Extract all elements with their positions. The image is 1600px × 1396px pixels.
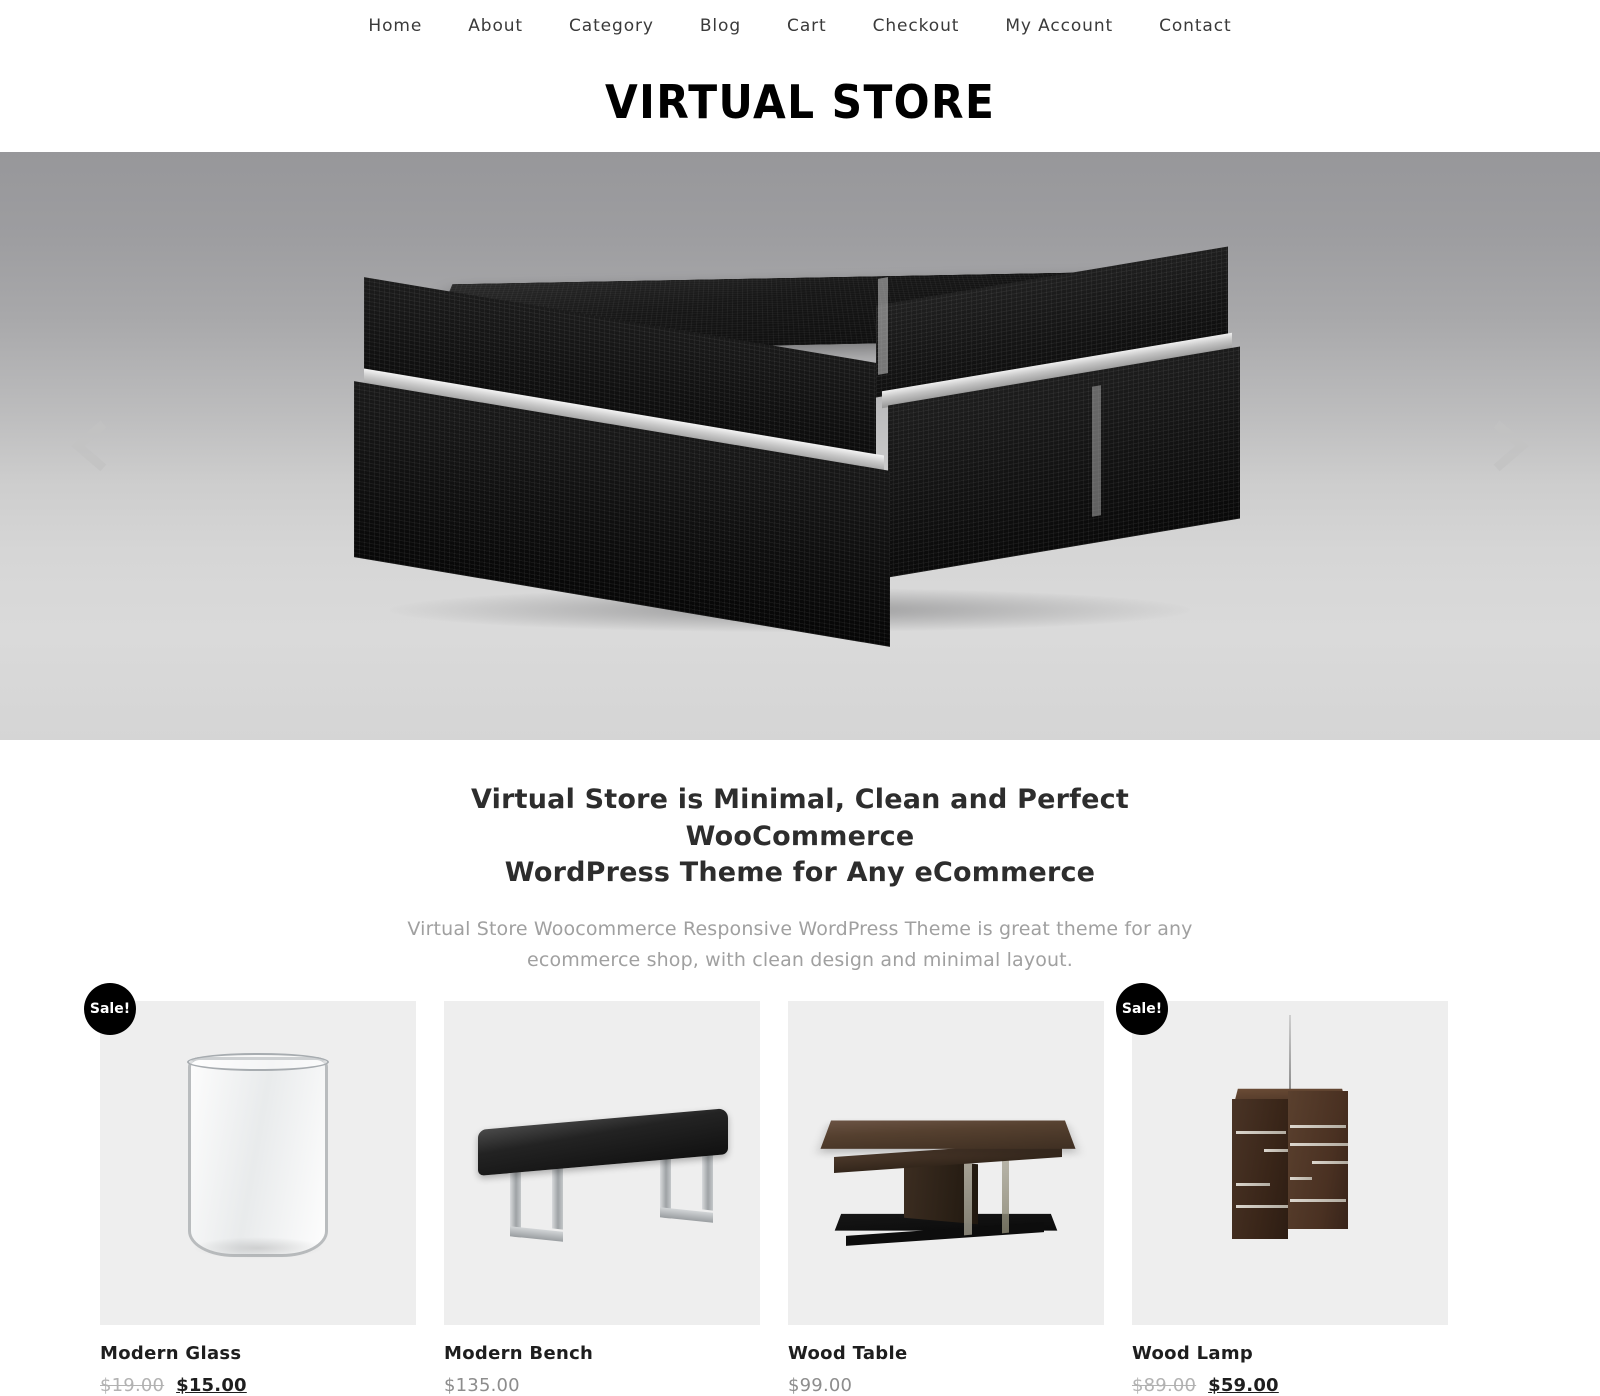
product-thumbnail[interactable] [788,1000,1104,1325]
hero-slide [0,152,1600,740]
product-title[interactable]: Modern Glass [100,1343,416,1364]
product-title[interactable]: Wood Lamp [1132,1343,1448,1364]
hero-product-image [330,236,1270,666]
slider-prev-button[interactable] [62,417,120,475]
site-header: VIRTUAL STORE [0,52,1600,152]
promo-section: Virtual Store is Minimal, Clean and Perf… [0,740,1600,975]
promo-title-line-1: Virtual Store is Minimal, Clean and Perf… [471,784,1129,852]
product-price: $135.00 [444,1374,520,1396]
product-price: $99.00 [788,1374,853,1396]
product-card[interactable]: Wood Table $99.00 [788,1000,1104,1396]
product-card[interactable]: Modern Bench $135.00 [444,1000,760,1396]
main-navigation: Home About Category Blog Cart Checkout M… [0,0,1600,52]
sale-badge: Sale! [1116,982,1168,1035]
promo-subtitle-line-2: ecommerce shop, with clean design and mi… [527,948,1073,971]
product-grid: Sale! Modern Glass $19.00 $15.00 Modern … [0,975,1600,1396]
nav-item-contact[interactable]: Contact [1136,16,1254,36]
product-sale-price: $15.00 [176,1374,247,1396]
product-price: $19.00 $15.00 [100,1375,416,1396]
glass-illustration [100,1001,416,1325]
nav-item-checkout[interactable]: Checkout [850,16,983,36]
hero-slider [0,152,1600,740]
nav-item-category[interactable]: Category [546,16,677,36]
product-thumbnail[interactable] [1132,1000,1448,1325]
promo-title: Virtual Store is Minimal, Clean and Perf… [370,782,1230,892]
product-title[interactable]: Modern Bench [444,1343,760,1364]
nav-item-about[interactable]: About [445,16,546,36]
wood-lamp-illustration [1132,1001,1448,1325]
product-title[interactable]: Wood Table [788,1343,1104,1364]
promo-subtitle: Virtual Store Woocommerce Responsive Wor… [390,914,1210,975]
product-old-price: $89.00 [1132,1374,1197,1396]
chevron-left-icon [71,420,107,472]
promo-title-line-2: WordPress Theme for Any eCommerce [504,857,1096,889]
slider-next-button[interactable] [1480,417,1538,475]
promo-subtitle-line-1: Virtual Store Woocommerce Responsive Wor… [407,918,1193,941]
product-card[interactable]: Sale! Modern Glass $19.00 $15.00 [84,982,416,1396]
bench-illustration [444,1001,760,1325]
product-card[interactable]: Sale! Wood Lamp $89.00 $59.00 [1116,982,1448,1396]
nav-item-cart[interactable]: Cart [764,16,850,36]
product-price: $89.00 $59.00 [1132,1375,1448,1396]
table-top-gap [878,277,888,375]
product-thumbnail[interactable] [444,1000,760,1325]
site-logo[interactable]: VIRTUAL STORE [605,75,995,129]
product-sale-price: $59.00 [1208,1374,1279,1396]
nav-item-my-account[interactable]: My Account [982,16,1136,36]
nav-item-home[interactable]: Home [345,16,445,36]
table-base-gap [1092,385,1101,517]
wood-table-illustration [788,1001,1104,1325]
product-old-price: $19.00 [100,1374,165,1396]
sale-badge: Sale! [84,982,136,1035]
chevron-right-icon [1493,420,1529,472]
product-thumbnail[interactable] [100,1000,416,1325]
nav-item-blog[interactable]: Blog [677,16,764,36]
